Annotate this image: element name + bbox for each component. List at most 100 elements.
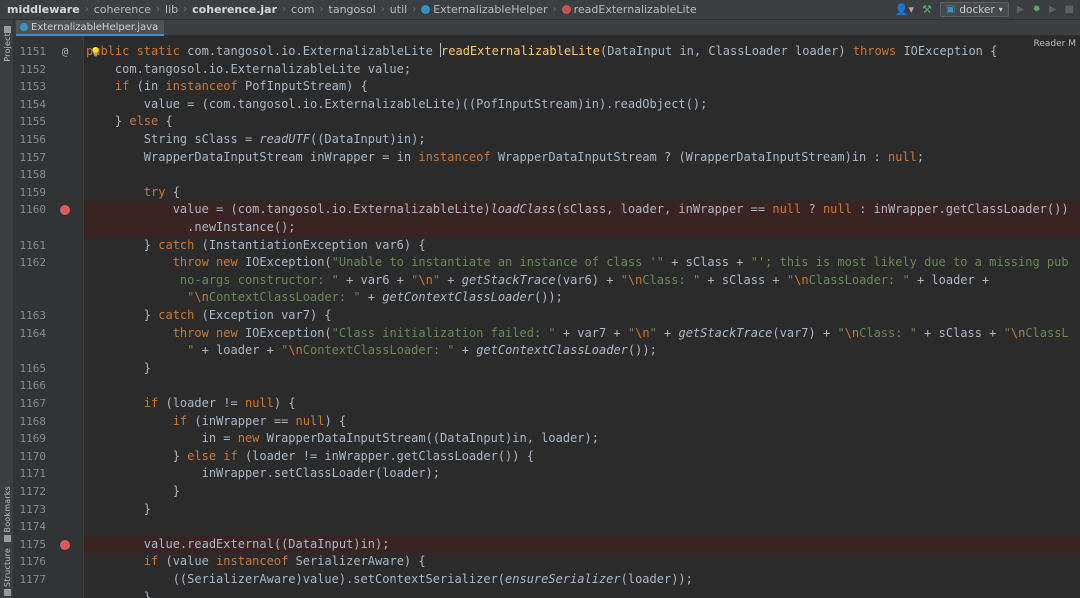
code-text[interactable]: } else { (84, 113, 1080, 131)
code-text[interactable]: if (inWrapper == null) { (84, 413, 1080, 431)
line-number[interactable]: 1176 (14, 553, 47, 571)
code-text[interactable] (84, 377, 1080, 395)
gutter-marker-area[interactable] (58, 589, 72, 598)
run-icon[interactable]: ▶ (1017, 4, 1025, 15)
line-number[interactable]: 1152 (14, 61, 47, 79)
gutter-marker-area[interactable] (58, 254, 72, 272)
code-text[interactable]: } catch (InstantiationException var6) { (84, 237, 1080, 255)
line-number[interactable]: 1167 (14, 395, 47, 413)
gutter-marker-area[interactable] (58, 325, 72, 343)
code-line[interactable]: 1174 (14, 518, 1080, 536)
code-line[interactable]: 1165 } (14, 360, 1080, 378)
line-number[interactable]: 1168 (14, 413, 47, 431)
gutter-marker-area[interactable] (58, 448, 72, 466)
line-number[interactable]: 1161 (14, 237, 47, 255)
stop-icon[interactable]: ■ (1065, 4, 1074, 15)
line-number[interactable]: 1169 (14, 430, 47, 448)
gutter-marker-area[interactable] (58, 342, 72, 360)
code-text[interactable]: value = (com.tangosol.io.ExternalizableL… (84, 201, 1080, 219)
code-line[interactable]: 1164 throw new IOException("Class initia… (14, 325, 1080, 343)
code-line[interactable]: 1155 } else { (14, 113, 1080, 131)
line-number[interactable]: 1153 (14, 78, 47, 96)
gutter-marker-area[interactable] (58, 483, 72, 501)
code-text[interactable]: if (loader != null) { (84, 395, 1080, 413)
code-line[interactable]: 1161 } catch (InstantiationException var… (14, 237, 1080, 255)
line-number[interactable]: 1165 (14, 360, 47, 378)
code-line[interactable]: 1154 value = (com.tangosol.io.Externaliz… (14, 96, 1080, 114)
code-editor[interactable]: Reader M 1151 @ public static com.tangosol… (14, 36, 1080, 598)
code-text[interactable]: if (value instanceof SerializerAware) { (84, 553, 1080, 571)
code-line[interactable]: 1177 ((SerializerAware)value).setContext… (14, 571, 1080, 589)
code-line[interactable]: 1171 inWrapper.setClassLoader(loader); (14, 465, 1080, 483)
code-text[interactable]: " + loader + "\nContextClassLoader: " + … (84, 342, 1080, 360)
gutter-marker-area[interactable] (58, 184, 72, 202)
code-line[interactable]: } (14, 589, 1080, 598)
gutter-marker-area[interactable] (58, 360, 72, 378)
breadcrumb-package[interactable]: tangosol (329, 3, 376, 16)
build-hammer-icon[interactable]: ⚒ (922, 3, 932, 16)
code-text[interactable]: if (in instanceof PofInputStream) { (84, 78, 1080, 96)
gutter-marker-area[interactable] (58, 61, 72, 79)
code-text[interactable]: } (84, 589, 1080, 598)
gutter-marker-area[interactable] (58, 395, 72, 413)
code-line[interactable]: 1173 } (14, 501, 1080, 519)
debug-icon[interactable]: ✹ (1032, 4, 1040, 15)
line-number[interactable]: 1170 (14, 448, 47, 466)
run-configuration-select[interactable]: ▣ docker ▾ (939, 2, 1009, 17)
code-text[interactable]: public static com.tangosol.io.Externaliz… (84, 43, 1080, 61)
code-line[interactable]: 1169 in = new WrapperDataInputStream((Da… (14, 430, 1080, 448)
code-line[interactable]: 1170 } else if (loader != inWrapper.getC… (14, 448, 1080, 466)
gutter-marker-area[interactable] (58, 501, 72, 519)
code-text[interactable]: com.tangosol.io.ExternalizableLite value… (84, 61, 1080, 79)
gutter-marker-area[interactable] (58, 149, 72, 167)
line-number[interactable]: 1156 (14, 131, 47, 149)
line-number[interactable]: 1173 (14, 501, 47, 519)
line-number[interactable]: 1174 (14, 518, 47, 536)
code-line[interactable]: 1159 try { (14, 184, 1080, 202)
code-text[interactable]: no-args constructor: " + var6 + "\n" + g… (84, 272, 1080, 290)
line-number[interactable]: 1171 (14, 465, 47, 483)
bookmarks-tool-button[interactable]: Bookmarks (0, 486, 14, 542)
line-number[interactable]: 1177 (14, 571, 47, 589)
breakpoint-icon[interactable] (58, 536, 72, 554)
gutter-marker-area[interactable] (58, 78, 72, 96)
breakpoint-icon[interactable] (58, 201, 72, 219)
code-line[interactable]: 1166 (14, 377, 1080, 395)
reader-mode-button[interactable]: Reader M (1033, 39, 1076, 49)
breadcrumb-folder[interactable]: lib (165, 3, 178, 16)
code-text[interactable]: } (84, 360, 1080, 378)
gutter-marker-area[interactable] (58, 430, 72, 448)
breadcrumb-project[interactable]: middleware (7, 3, 80, 16)
gutter-marker-area[interactable] (58, 272, 72, 290)
gutter-marker-area[interactable] (58, 307, 72, 325)
line-number[interactable]: 1155 (14, 113, 47, 131)
line-number[interactable]: 1162 (14, 254, 47, 272)
gutter-marker-area[interactable] (58, 131, 72, 149)
breadcrumb-class[interactable]: ExternalizableHelper (421, 3, 548, 16)
line-number[interactable]: 1160 (14, 201, 47, 219)
code-text[interactable]: try { (84, 184, 1080, 202)
code-text[interactable]: String sClass = readUTF((DataInput)in); (84, 131, 1080, 149)
gutter-marker-area[interactable] (58, 237, 72, 255)
code-text[interactable]: value.readExternal((DataInput)in); (84, 535, 1080, 554)
code-text[interactable]: WrapperDataInputStream inWrapper = in in… (84, 149, 1080, 167)
override-marker-icon[interactable]: @ (58, 43, 72, 61)
code-line[interactable]: " + loader + "\nContextClassLoader: " + … (14, 342, 1080, 360)
code-text[interactable] (84, 518, 1080, 536)
code-text[interactable]: } (84, 501, 1080, 519)
line-number[interactable]: 1163 (14, 307, 47, 325)
project-tool-button[interactable]: Project (0, 24, 14, 62)
code-text[interactable]: throw new IOException("Unable to instant… (84, 254, 1080, 272)
gutter-marker-area[interactable] (58, 571, 72, 589)
code-line[interactable]: 1162 throw new IOException("Unable to in… (14, 254, 1080, 272)
line-number[interactable]: 1159 (14, 184, 47, 202)
code-line[interactable]: 1156 String sClass = readUTF((DataInput)… (14, 131, 1080, 149)
code-text[interactable]: } (84, 483, 1080, 501)
breadcrumb-method[interactable]: readExternalizableLite (561, 3, 697, 16)
breadcrumb-folder[interactable]: coherence (94, 3, 151, 16)
gutter-marker-area[interactable] (58, 377, 72, 395)
structure-tool-button[interactable]: Structure (0, 548, 14, 597)
tab-externalizable-helper[interactable]: ExternalizableHelper.java (16, 20, 165, 36)
line-number[interactable]: 1158 (14, 166, 47, 184)
gutter-marker-area[interactable] (58, 553, 72, 571)
